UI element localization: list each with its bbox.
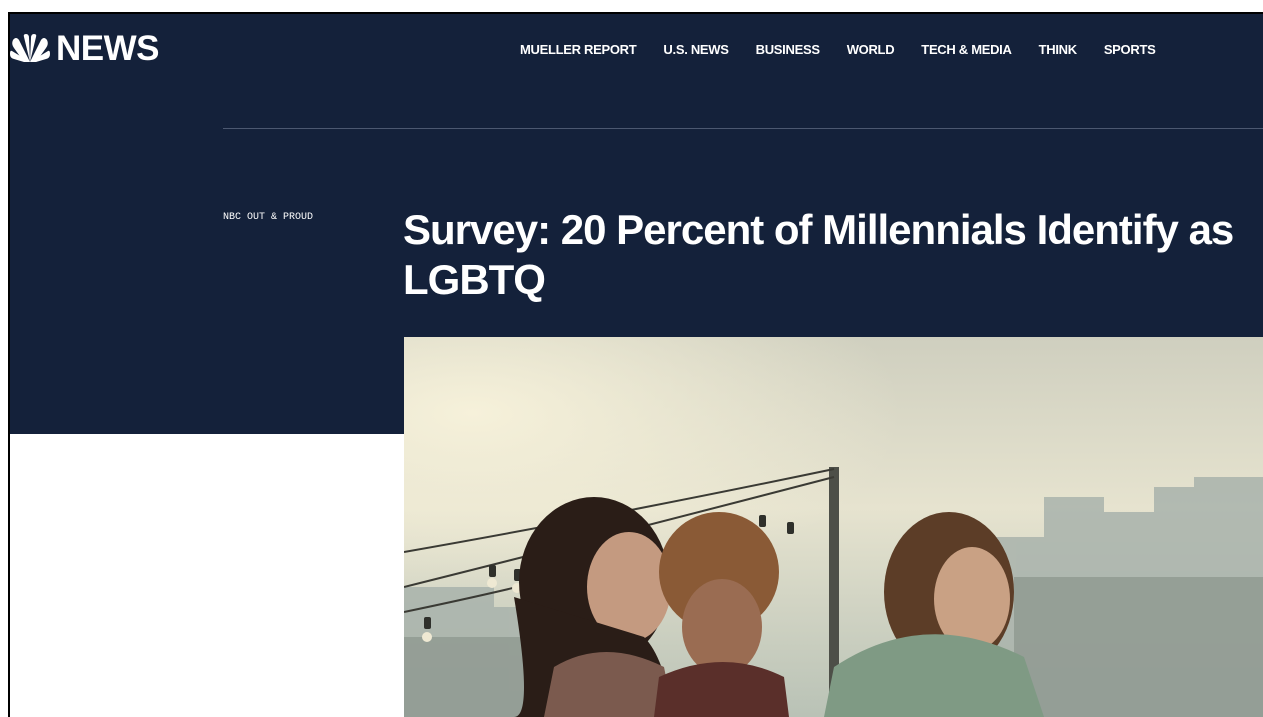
article-headline: Survey: 20 Percent of Millennials Identi… (403, 206, 1234, 303)
nav-item-think[interactable]: THINK (1039, 42, 1078, 57)
nav-item-world[interactable]: WORLD (847, 42, 895, 57)
article-hero-image (404, 337, 1263, 717)
logo-wordmark: NEWS (56, 29, 160, 68)
nav-item-business[interactable]: BUSINESS (756, 42, 820, 57)
top-navigation: MUELLER REPORT U.S. NEWS BUSINESS WORLD … (520, 42, 1182, 57)
nbc-news-logo[interactable]: NEWS (10, 29, 160, 68)
nav-item-mueller-report[interactable]: MUELLER REPORT (520, 42, 637, 57)
nav-item-sports[interactable]: SPORTS (1104, 42, 1156, 57)
header-divider (223, 128, 1263, 129)
nav-item-us-news[interactable]: U.S. NEWS (663, 42, 729, 57)
nbc-peacock-icon (10, 34, 50, 62)
window-border-top (8, 12, 1263, 14)
rooftop-friends-photo (404, 337, 1263, 717)
window-border-left (8, 13, 10, 717)
nav-item-tech-media[interactable]: TECH & MEDIA (921, 42, 1012, 57)
section-label[interactable]: NBC OUT & PROUD (223, 212, 313, 223)
